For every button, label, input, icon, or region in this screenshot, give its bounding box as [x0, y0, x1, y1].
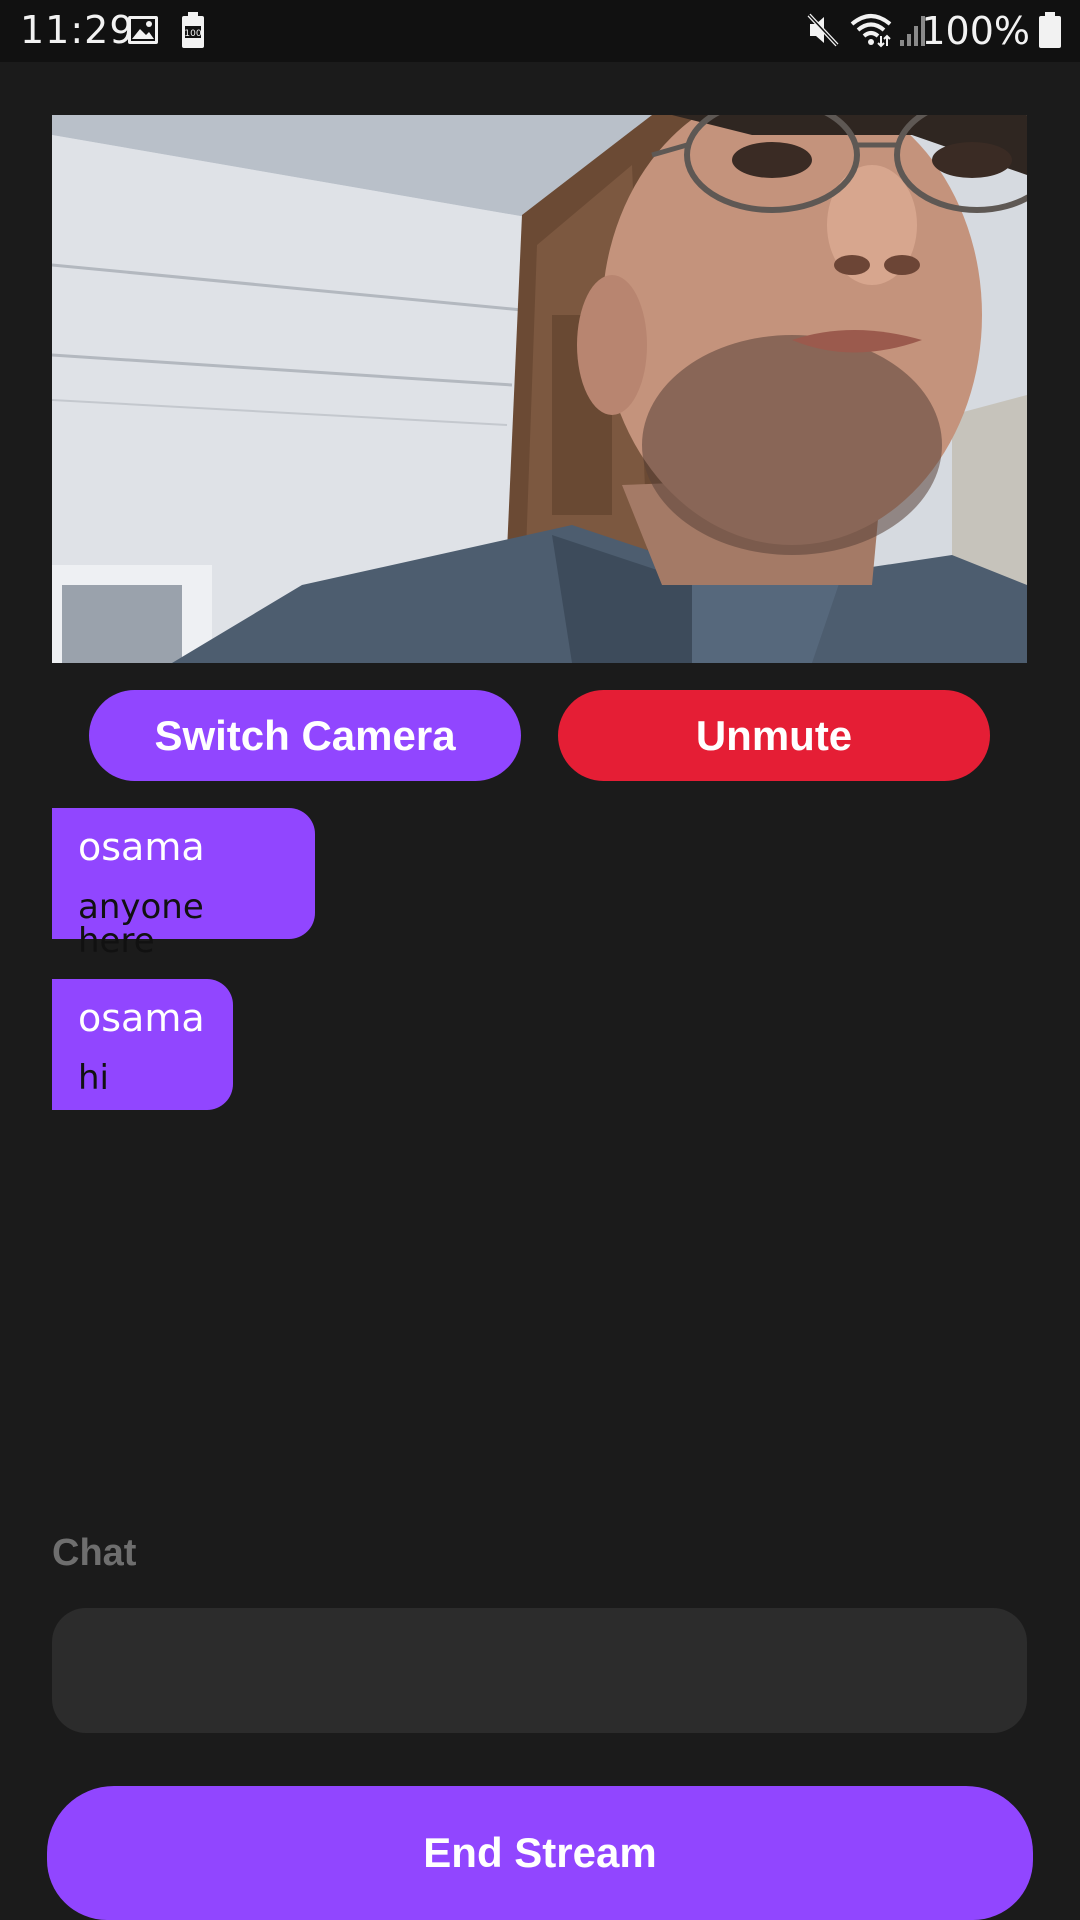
- switch-camera-button[interactable]: Switch Camera: [89, 690, 521, 781]
- message-text: hi: [78, 1058, 109, 1098]
- chat-message: osama hi: [52, 979, 233, 1110]
- battery-saver-icon: 100: [182, 12, 204, 48]
- camera-feed-image: [52, 115, 1027, 663]
- message-text: anyone here: [78, 887, 204, 961]
- status-time: 11:29: [20, 8, 135, 52]
- camera-video-feed[interactable]: [52, 115, 1027, 663]
- message-username: osama: [78, 825, 205, 869]
- battery-percentage: 100%: [921, 9, 1030, 53]
- battery-icon: [1039, 12, 1061, 48]
- wifi-icon: [850, 14, 892, 48]
- chat-message: osama anyone here: [52, 808, 315, 958]
- live-stream-screen: 11:29 100 100% Switch Camera Unmute osam…: [0, 0, 1080, 1920]
- chat-label: Chat: [52, 1532, 137, 1574]
- end-stream-button[interactable]: End Stream: [47, 1786, 1033, 1920]
- svg-text:100: 100: [184, 29, 201, 39]
- unmute-button[interactable]: Unmute: [558, 690, 990, 781]
- status-bar: 11:29 100 100%: [0, 0, 1080, 62]
- mute-icon: [807, 13, 839, 47]
- message-username: osama: [78, 996, 205, 1040]
- chat-input[interactable]: [52, 1608, 1027, 1733]
- image-icon: [128, 16, 158, 44]
